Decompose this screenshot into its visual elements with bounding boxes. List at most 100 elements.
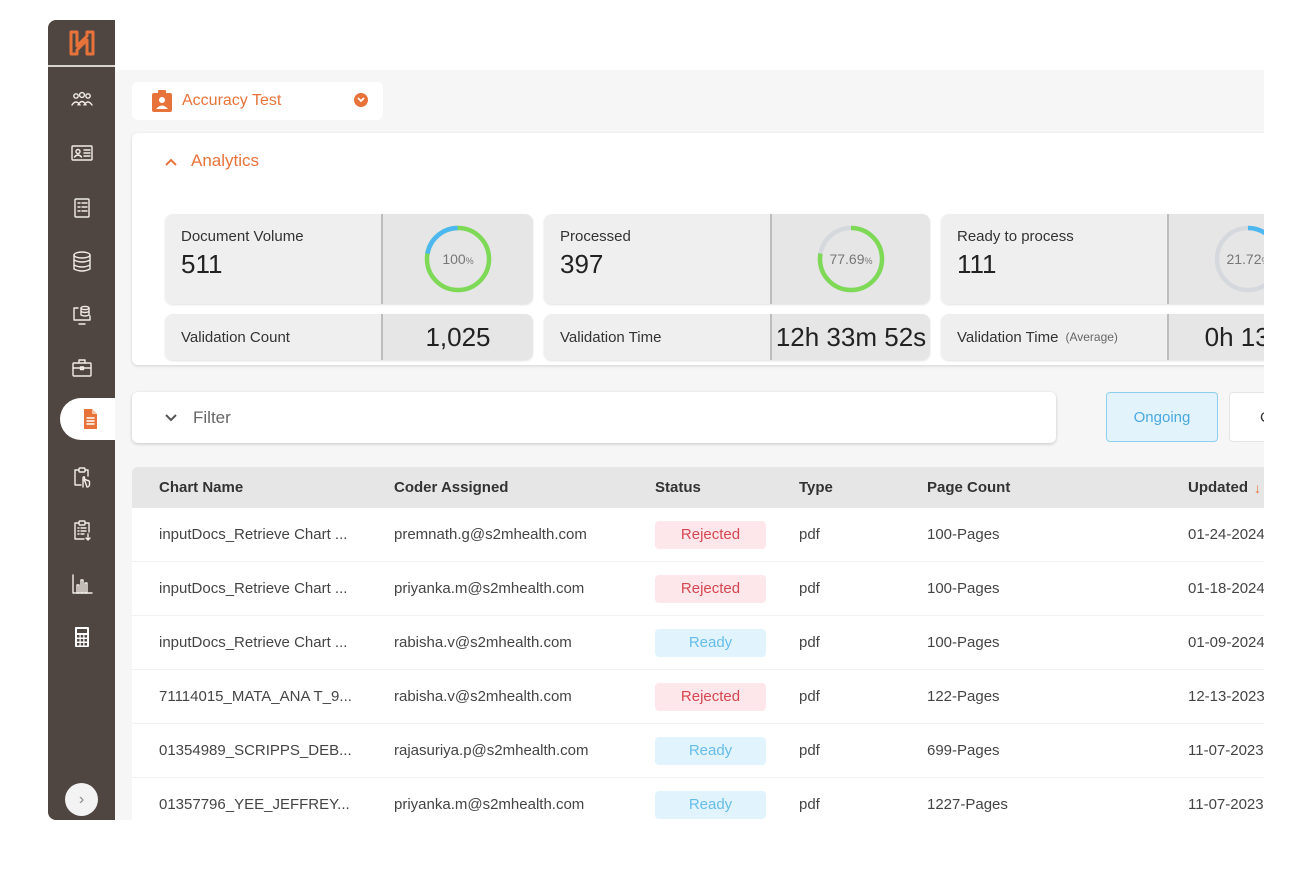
cell-page-count: 699-Pages xyxy=(927,742,1000,759)
metric-card: Validation Time(Average) 0h 13m xyxy=(941,314,1264,360)
metric-label: Validation Count xyxy=(181,328,290,346)
stat-chart: 77.69% xyxy=(770,214,930,304)
cell-updated: 01-18-2024 xyxy=(1188,580,1264,597)
document-icon xyxy=(84,409,97,429)
status-badge: Ready xyxy=(655,790,766,819)
briefcase-icon xyxy=(71,359,92,377)
progress-donut: 21.72% xyxy=(1213,224,1264,294)
cell-page-count: 122-Pages xyxy=(927,688,1000,705)
stat-text: Document Volume 511 xyxy=(165,214,381,304)
donut-percent: 100% xyxy=(442,251,474,267)
stat-value: 511 xyxy=(181,249,223,279)
project-name: Accuracy Test xyxy=(182,92,282,109)
cell-chart-name[interactable]: inputDocs_Retrieve Chart ... xyxy=(159,508,347,561)
sidebar-item-analytics[interactable] xyxy=(48,567,115,601)
database-icon xyxy=(72,251,91,272)
metric-value: 1,025 xyxy=(381,314,533,360)
metric-label: Validation Time xyxy=(560,328,662,346)
sidebar-item-data-monitor[interactable] xyxy=(48,299,115,333)
table-row[interactable]: inputDocs_Retrieve Chart ... premnath.g@s… xyxy=(132,508,1264,562)
metric-card: Validation Count 1,025 xyxy=(165,314,533,360)
sidebar-item-reports[interactable] xyxy=(48,513,115,547)
chevron-down-icon xyxy=(354,93,368,107)
cell-chart-name[interactable]: inputDocs_Retrieve Chart ... xyxy=(159,562,347,615)
column-header-chart-name[interactable]: Chart Name xyxy=(159,467,243,508)
app-window: › Accuracy Test Analytics Document Volum… xyxy=(48,20,1264,820)
sidebar-item-projects[interactable] xyxy=(48,351,115,385)
table-row[interactable]: 71114015_MATA_ANA T_9... rabisha.v@s2mhea… xyxy=(132,670,1264,724)
metric-value: 12h 33m 52s xyxy=(770,314,930,360)
filter-label: Filter xyxy=(193,407,231,427)
metric-label: Validation Time (Average) xyxy=(957,328,1118,346)
cell-type: pdf xyxy=(799,526,820,543)
tab-other[interactable]: C xyxy=(1229,392,1264,442)
metric-card: Validation Time 12h 33m 52s xyxy=(544,314,930,360)
stat-value: 111 xyxy=(957,249,997,279)
cell-chart-name[interactable]: 01357796_YEE_JEFFREY... xyxy=(159,778,350,820)
analytics-panel: Analytics Document Volume 511 100% Processe… xyxy=(132,133,1264,365)
monitor-database-icon xyxy=(72,305,91,325)
cell-chart-name[interactable]: 01354989_SCRIPPS_DEB... xyxy=(159,724,352,777)
cell-status: Rejected xyxy=(655,508,766,561)
sidebar-item-calculator[interactable] xyxy=(48,620,115,654)
progress-donut: 100% xyxy=(423,224,493,294)
donut-percent: 77.69% xyxy=(829,251,873,267)
cell-type: pdf xyxy=(799,796,820,813)
column-header-page-count[interactable]: Page Count xyxy=(927,467,1010,508)
sidebar-item-users[interactable] xyxy=(48,83,115,117)
sidebar-item-profile[interactable] xyxy=(48,136,115,170)
cell-type: pdf xyxy=(799,688,820,705)
cell-status: Ready xyxy=(655,724,766,777)
cell-type: pdf xyxy=(799,580,820,597)
project-dropdown[interactable]: Accuracy Test xyxy=(132,82,383,120)
status-badge: Ready xyxy=(655,736,766,765)
column-header-updated[interactable]: Updated ↓ xyxy=(1188,467,1261,508)
table-row[interactable]: 01357796_YEE_JEFFREY... priyanka.m@s2mhea… xyxy=(132,778,1264,820)
badge-icon xyxy=(152,90,172,112)
cell-coder: rajasuriya.p@s2mhealth.com xyxy=(394,742,589,759)
expand-sidebar-button[interactable]: › xyxy=(65,783,98,816)
column-header-status[interactable]: Status xyxy=(655,467,701,508)
sidebar-item-tasks[interactable] xyxy=(48,460,115,494)
cell-updated: 01-09-2024 xyxy=(1188,634,1264,651)
stat-title: Document Volume xyxy=(181,228,304,245)
stat-value: 397 xyxy=(560,249,604,279)
table-row[interactable]: inputDocs_Retrieve Chart ... rabisha.v@s2… xyxy=(132,616,1264,670)
app-logo[interactable] xyxy=(48,20,115,67)
filter-toggle[interactable]: Filter xyxy=(132,392,1056,443)
cell-chart-name[interactable]: 71114015_MATA_ANA T_9... xyxy=(159,670,352,723)
clipboard-touch-icon xyxy=(73,467,90,488)
cell-status: Rejected xyxy=(655,562,766,615)
status-badge: Ready xyxy=(655,628,766,657)
analytics-title: Analytics xyxy=(191,151,260,170)
column-header-updated-label: Updated xyxy=(1188,479,1248,496)
table-row[interactable]: inputDocs_Retrieve Chart ... priyanka.m@s… xyxy=(132,562,1264,616)
cell-coder: priyanka.m@s2mhealth.com xyxy=(394,580,585,597)
charts-table: Chart Name Coder Assigned Status Type Pa… xyxy=(132,467,1264,820)
cell-coder: priyanka.m@s2mhealth.com xyxy=(394,796,585,813)
tab-ongoing[interactable]: Ongoing xyxy=(1106,392,1218,442)
sidebar-item-checklist[interactable] xyxy=(48,191,115,225)
sort-down-icon[interactable]: ↓ xyxy=(1254,480,1261,496)
cell-updated: 01-24-2024 xyxy=(1188,526,1264,543)
table-row[interactable]: 01354989_SCRIPPS_DEB... rajasuriya.p@s2mh… xyxy=(132,724,1264,778)
cell-updated: 11-07-2023 xyxy=(1188,742,1264,759)
column-header-coder[interactable]: Coder Assigned xyxy=(394,467,508,508)
sidebar-item-database[interactable] xyxy=(48,245,115,279)
calculator-icon xyxy=(74,627,89,647)
column-header-type[interactable]: Type xyxy=(799,467,833,508)
sidebar: › xyxy=(48,20,120,820)
logo-icon xyxy=(69,30,94,55)
cell-chart-name[interactable]: inputDocs_Retrieve Chart ... xyxy=(159,616,347,669)
donut-percent: 21.72% xyxy=(1226,251,1264,267)
table-header: Chart Name Coder Assigned Status Type Pa… xyxy=(132,467,1264,508)
id-card-icon xyxy=(70,145,93,161)
stat-card: Ready to process 111 21.72% xyxy=(941,214,1264,304)
checklist-icon xyxy=(73,198,90,218)
stat-card: Document Volume 511 100% xyxy=(165,214,533,304)
chevron-up-icon xyxy=(165,153,177,169)
sidebar-item-documents[interactable] xyxy=(60,398,120,440)
stat-title: Processed xyxy=(560,228,631,245)
analytics-toggle[interactable]: Analytics xyxy=(165,151,259,171)
cell-page-count: 100-Pages xyxy=(927,580,1000,597)
